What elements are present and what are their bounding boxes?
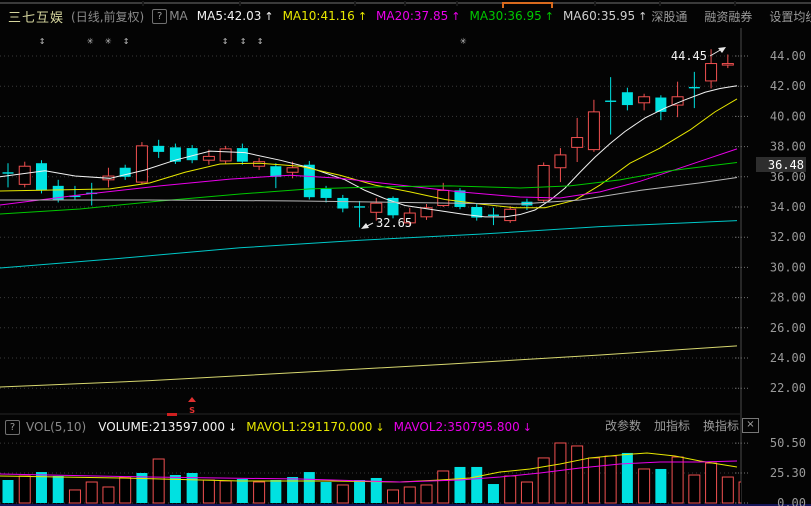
- vol-indicator-label: VOL(5,10): [26, 420, 86, 434]
- pane-splitter-handle[interactable]: [167, 413, 177, 416]
- ma10-value: MA10:41.16: [283, 9, 355, 23]
- stock-title: 三七互娱: [8, 7, 64, 26]
- vol-help-icon[interactable]: ?: [5, 420, 20, 435]
- event-marker-updown-icon: ↕: [123, 34, 130, 47]
- ma30-trend-arrow-icon: ↑: [545, 10, 554, 23]
- high-arrow-icon: [718, 47, 726, 53]
- svg-text:26.00: 26.00: [770, 321, 806, 335]
- mavol1-trend-arrow-icon: ↓: [375, 421, 384, 434]
- svg-text:38.00: 38.00: [770, 140, 806, 154]
- svg-text:32.65: 32.65: [376, 216, 412, 230]
- event-markers: ↕ ✳ ✳ ↕ ↕ ↕ ↕ ✳: [39, 34, 467, 47]
- svg-text:s: s: [189, 403, 196, 416]
- stock-chart-window: 44.0042.0040.0038.0036.0034.0032.0030.00…: [0, 0, 811, 506]
- svg-text:44.00: 44.00: [770, 49, 806, 63]
- ma20-trend-arrow-icon: ↑: [451, 10, 460, 23]
- edit-params-button[interactable]: 改参数: [605, 417, 641, 437]
- low-arrow-icon: [361, 223, 369, 229]
- mavol2-trend-arrow-icon: ↓: [523, 421, 532, 434]
- svg-text:0.00: 0.00: [777, 496, 806, 506]
- add-indicator-button[interactable]: 加指标: [654, 417, 690, 437]
- ma60-trend-arrow-icon: ↑: [638, 10, 647, 23]
- ma10-trend-arrow-icon: ↑: [358, 10, 367, 23]
- svg-text:34.00: 34.00: [770, 200, 806, 214]
- link-margin-trading[interactable]: 融资融券: [704, 8, 752, 25]
- event-marker-star-icon: ✳: [460, 34, 467, 47]
- line-long-ma-yellow: [0, 346, 737, 387]
- s-marker-triangle-icon: [188, 397, 196, 402]
- ma5-value: MA5:42.03: [197, 9, 262, 23]
- svg-text:42.00: 42.00: [770, 79, 806, 93]
- ma60-value: MA60:35.95: [563, 9, 635, 23]
- help-icon[interactable]: ?: [152, 9, 167, 24]
- svg-text:22.00: 22.00: [770, 381, 806, 395]
- ma-group-label: MA: [169, 9, 188, 23]
- ma5-trend-arrow-icon: ↑: [264, 10, 273, 23]
- event-marker-updown-icon: ↕: [257, 34, 264, 47]
- event-marker-updown-icon: ↕: [39, 34, 46, 47]
- line-MA5: [0, 86, 737, 217]
- svg-text:32.00: 32.00: [770, 230, 806, 244]
- svg-text:25.30: 25.30: [770, 466, 806, 480]
- volume-value: VOLUME:213597.000: [98, 420, 225, 434]
- event-marker-updown-icon: ↕: [222, 34, 229, 47]
- price-axis-labels: 44.0042.0040.0038.0036.0034.0032.0030.00…: [756, 49, 806, 506]
- candlestick-series: [3, 49, 734, 227]
- main-chart-header: 三七互娱 (日线,前复权) ? MA MA5:42.03 ↑ MA10:41.1…: [0, 6, 811, 26]
- line-MA30: [0, 162, 737, 213]
- switch-indicator-button[interactable]: 换指标: [703, 417, 739, 437]
- svg-text:30.00: 30.00: [770, 260, 806, 274]
- svg-text:44.45: 44.45: [671, 49, 707, 63]
- svg-text:24.00: 24.00: [770, 351, 806, 365]
- ma20-value: MA20:37.85: [376, 9, 448, 23]
- volume-pane-actions: 改参数 加指标 换指标: [605, 417, 739, 437]
- mavol2-value: MAVOL2:350795.800: [394, 420, 520, 434]
- ma30-value: MA30:36.95: [469, 9, 541, 23]
- link-shengutong[interactable]: 深股通: [651, 8, 687, 25]
- svg-text:40.00: 40.00: [770, 109, 806, 123]
- svg-text:50.50: 50.50: [770, 436, 806, 450]
- volume-trend-arrow-icon: ↓: [228, 421, 237, 434]
- ma-settings-button[interactable]: 设置均线: [769, 8, 811, 25]
- mavol1-value: MAVOL1:291170.000: [246, 420, 372, 434]
- svg-text:28.00: 28.00: [770, 291, 806, 305]
- volume-pane-header: ? VOL(5,10) VOLUME:213597.000 ↓ MAVOL1:2…: [0, 417, 532, 437]
- close-icon[interactable]: ×: [742, 418, 759, 433]
- event-marker-updown-icon: ↕: [240, 34, 247, 47]
- svg-text:36.48: 36.48: [768, 158, 804, 172]
- chart-mode-label: (日线,前复权): [71, 8, 144, 25]
- event-marker-star-icon: ✳: [105, 34, 112, 47]
- event-marker-star-icon: ✳: [87, 34, 94, 47]
